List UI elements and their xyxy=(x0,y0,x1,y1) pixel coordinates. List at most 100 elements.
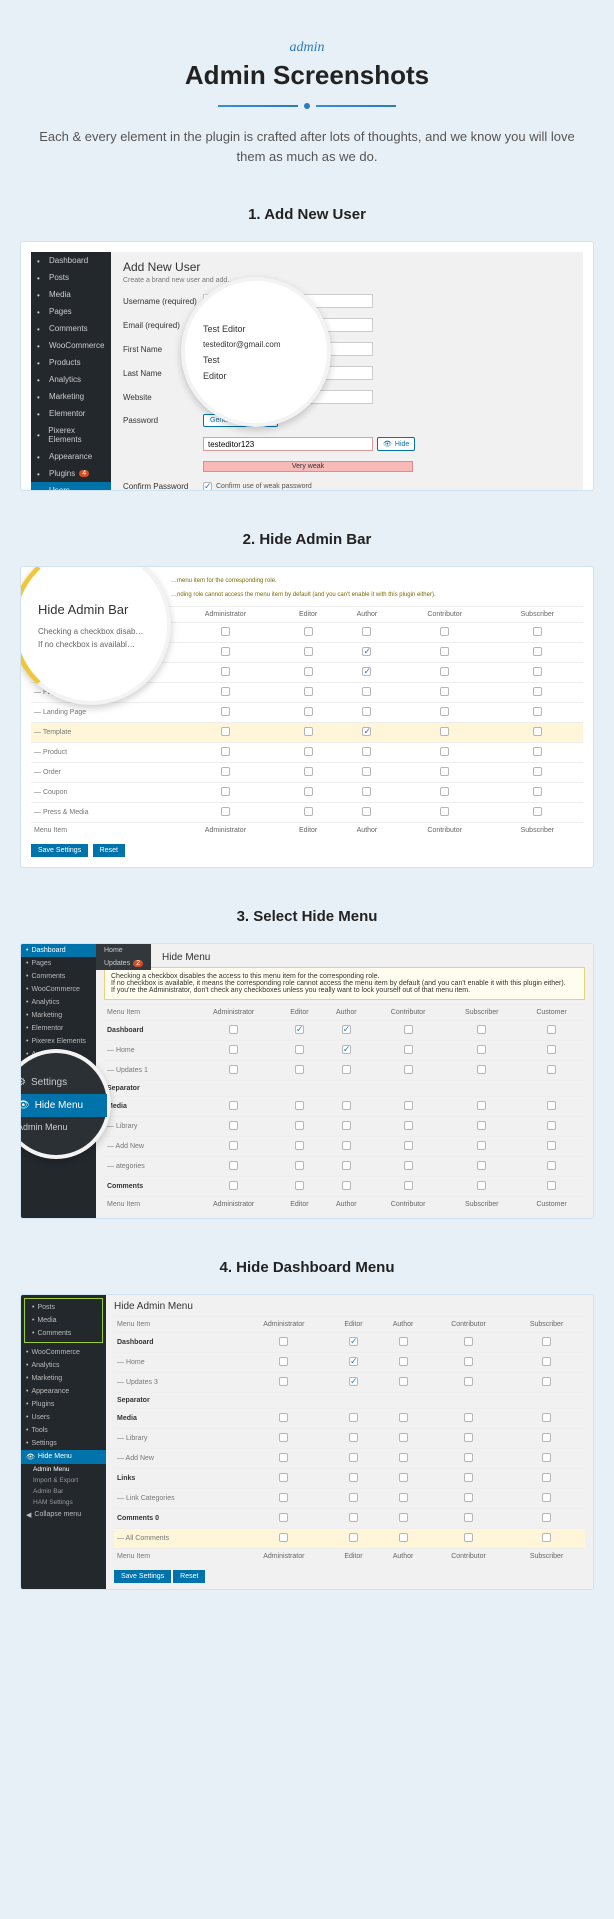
checkbox[interactable] xyxy=(362,727,371,736)
input-email[interactable] xyxy=(203,318,373,332)
checkbox[interactable] xyxy=(349,1433,358,1442)
sidebar-item[interactable]: • Analytics xyxy=(21,996,96,1009)
checkbox[interactable] xyxy=(477,1121,486,1130)
checkbox[interactable] xyxy=(533,727,542,736)
checkbox[interactable] xyxy=(304,647,313,656)
reset-button[interactable]: Reset xyxy=(173,1570,205,1583)
sidebar-item[interactable]: • Pages xyxy=(21,957,96,970)
sidebar-item[interactable]: • Settings xyxy=(21,1437,106,1450)
checkbox[interactable] xyxy=(279,1493,288,1502)
checkbox[interactable] xyxy=(349,1493,358,1502)
checkbox[interactable] xyxy=(547,1101,556,1110)
checkbox[interactable] xyxy=(440,767,449,776)
sidebar-item[interactable]: • Appearance xyxy=(21,1385,106,1398)
checkbox[interactable] xyxy=(342,1101,351,1110)
sidebar-item[interactable]: • Marketing xyxy=(21,1009,96,1022)
sidebar-item[interactable]: •Marketing xyxy=(31,388,111,405)
checkbox[interactable] xyxy=(295,1161,304,1170)
save-button[interactable]: Save Settings xyxy=(114,1570,171,1583)
checkbox[interactable] xyxy=(440,667,449,676)
checkbox[interactable] xyxy=(295,1065,304,1074)
sidebar-sub[interactable]: Admin Menu xyxy=(21,1464,106,1475)
checkbox[interactable] xyxy=(533,707,542,716)
checkbox[interactable] xyxy=(362,747,371,756)
checkbox[interactable] xyxy=(404,1141,413,1150)
checkbox[interactable] xyxy=(399,1413,408,1422)
flyout-updates[interactable]: Updates2 xyxy=(96,957,151,970)
checkbox[interactable] xyxy=(342,1141,351,1150)
checkbox[interactable] xyxy=(362,647,371,656)
checkbox[interactable] xyxy=(542,1473,551,1482)
input-firstname[interactable] xyxy=(203,342,373,356)
checkbox[interactable] xyxy=(440,747,449,756)
checkbox[interactable] xyxy=(477,1141,486,1150)
sidebar-item[interactable]: •Elementor xyxy=(31,405,111,422)
sidebar-item[interactable]: •Pages xyxy=(31,303,111,320)
checkbox[interactable] xyxy=(464,1453,473,1462)
checkbox[interactable] xyxy=(547,1065,556,1074)
checkbox[interactable] xyxy=(349,1453,358,1462)
checkbox[interactable] xyxy=(221,767,230,776)
checkbox[interactable] xyxy=(404,1025,413,1034)
checkbox[interactable] xyxy=(295,1121,304,1130)
sidebar-item[interactable]: • Comments xyxy=(21,970,96,983)
checkbox[interactable] xyxy=(399,1357,408,1366)
checkbox[interactable] xyxy=(440,647,449,656)
reset-button[interactable]: Reset xyxy=(93,844,125,857)
lens-adminmenu[interactable]: Admin Menu xyxy=(20,1117,107,1137)
sidebar-item[interactable]: • Tools xyxy=(21,1424,106,1437)
checkbox[interactable] xyxy=(399,1377,408,1386)
checkbox[interactable] xyxy=(342,1045,351,1054)
checkbox[interactable] xyxy=(304,727,313,736)
checkbox[interactable] xyxy=(542,1377,551,1386)
checkbox[interactable] xyxy=(304,747,313,756)
checkbox[interactable] xyxy=(304,627,313,636)
sidebar-item[interactable]: • Comments xyxy=(27,1327,100,1340)
checkbox[interactable] xyxy=(229,1101,238,1110)
checkbox[interactable] xyxy=(362,687,371,696)
checkbox[interactable] xyxy=(547,1045,556,1054)
input-password[interactable] xyxy=(203,437,373,451)
sidebar-item[interactable]: • Elementor xyxy=(21,1022,96,1035)
checkbox[interactable] xyxy=(547,1121,556,1130)
checkbox[interactable] xyxy=(533,807,542,816)
checkbox[interactable] xyxy=(477,1025,486,1034)
checkbox[interactable] xyxy=(349,1513,358,1522)
checkbox[interactable] xyxy=(362,707,371,716)
checkbox[interactable] xyxy=(229,1141,238,1150)
checkbox[interactable] xyxy=(542,1453,551,1462)
sidebar-item[interactable]: •Users xyxy=(31,482,111,491)
checkbox[interactable] xyxy=(399,1453,408,1462)
checkbox[interactable] xyxy=(477,1045,486,1054)
checkbox[interactable] xyxy=(221,807,230,816)
checkbox[interactable] xyxy=(464,1533,473,1542)
checkbox[interactable] xyxy=(533,627,542,636)
sidebar-sub[interactable]: Import & Export xyxy=(21,1475,106,1486)
checkbox[interactable] xyxy=(349,1337,358,1346)
checkbox[interactable] xyxy=(295,1101,304,1110)
checkbox[interactable] xyxy=(542,1433,551,1442)
checkbox[interactable] xyxy=(440,807,449,816)
checkbox[interactable] xyxy=(295,1045,304,1054)
checkbox[interactable] xyxy=(342,1161,351,1170)
checkbox[interactable] xyxy=(229,1161,238,1170)
checkbox[interactable] xyxy=(279,1533,288,1542)
sidebar-item[interactable]: •Appearance xyxy=(31,448,111,465)
sidebar-item[interactable]: • Plugins xyxy=(21,1398,106,1411)
checkbox[interactable] xyxy=(542,1357,551,1366)
checkbox[interactable] xyxy=(440,787,449,796)
checkbox[interactable] xyxy=(279,1357,288,1366)
checkbox[interactable] xyxy=(464,1357,473,1366)
checkbox[interactable] xyxy=(464,1433,473,1442)
checkbox[interactable] xyxy=(464,1513,473,1522)
sidebar-item[interactable]: • Dashboard xyxy=(21,944,96,957)
checkbox[interactable] xyxy=(399,1433,408,1442)
sidebar-item[interactable]: • WooCommerce xyxy=(21,1346,106,1359)
checkbox[interactable] xyxy=(279,1473,288,1482)
checkbox[interactable] xyxy=(229,1181,238,1190)
checkbox[interactable] xyxy=(542,1493,551,1502)
checkbox[interactable] xyxy=(533,647,542,656)
checkbox[interactable] xyxy=(399,1473,408,1482)
checkbox[interactable] xyxy=(342,1121,351,1130)
checkbox[interactable] xyxy=(440,727,449,736)
